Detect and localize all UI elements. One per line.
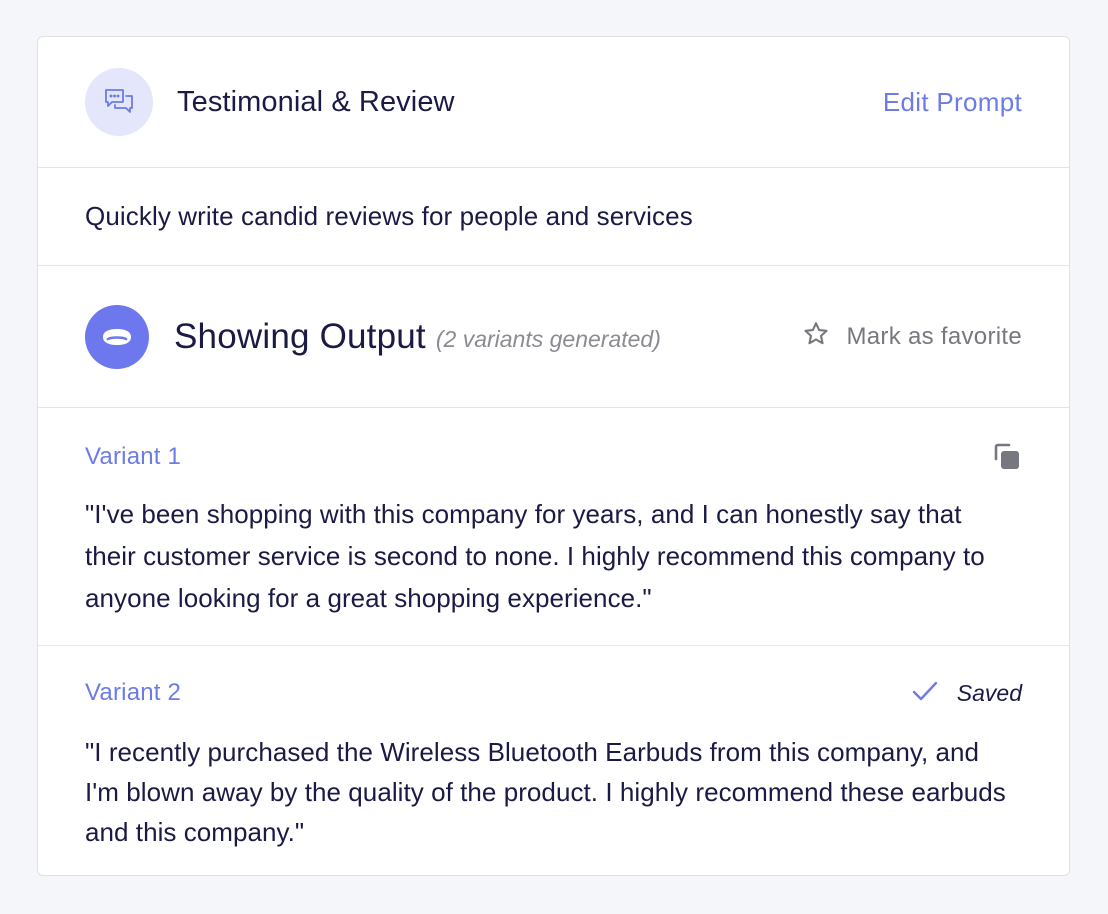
variant-label: Variant 1 — [85, 443, 182, 470]
variant-text: "I've been shopping with this company fo… — [85, 499, 985, 613]
check-icon — [911, 680, 939, 707]
variant-text: "I recently purchased the Wireless Bluet… — [85, 737, 1006, 847]
variant-label: Variant 2 — [85, 679, 182, 706]
card-header: Testimonial & Review Edit Prompt — [38, 37, 1069, 168]
testimonial-card: Testimonial & Review Edit Prompt Quickly… — [37, 36, 1070, 876]
variant-header: Variant 2 Saved — [85, 679, 1022, 707]
variants-count: (2 variants generated) — [435, 326, 661, 352]
copy-icon[interactable] — [992, 442, 1022, 472]
output-header: Showing Output (2 variants generated) Ma… — [38, 266, 1069, 408]
edit-prompt-link[interactable]: Edit Prompt — [883, 87, 1022, 118]
favorite-label: Mark as favorite — [846, 322, 1022, 350]
prompt-description: Quickly write candid reviews for people … — [85, 201, 693, 231]
variant-item: Variant 1 "I've been shopping with this … — [38, 408, 1069, 646]
prompt-description-section: Quickly write candid reviews for people … — [38, 168, 1069, 266]
prompt-title: Testimonial & Review — [177, 85, 455, 118]
star-icon — [802, 320, 830, 353]
mark-favorite-button[interactable]: Mark as favorite — [802, 320, 1022, 353]
output-pill-icon — [85, 304, 149, 369]
variant-header: Variant 1 — [85, 442, 1022, 472]
saved-label: Saved — [956, 679, 1022, 706]
variant-item: Variant 2 Saved "I recently purchased th… — [38, 646, 1069, 875]
chat-bubbles-icon — [85, 68, 153, 136]
output-title: Showing Output — [174, 316, 426, 356]
saved-status: Saved — [911, 680, 1022, 707]
